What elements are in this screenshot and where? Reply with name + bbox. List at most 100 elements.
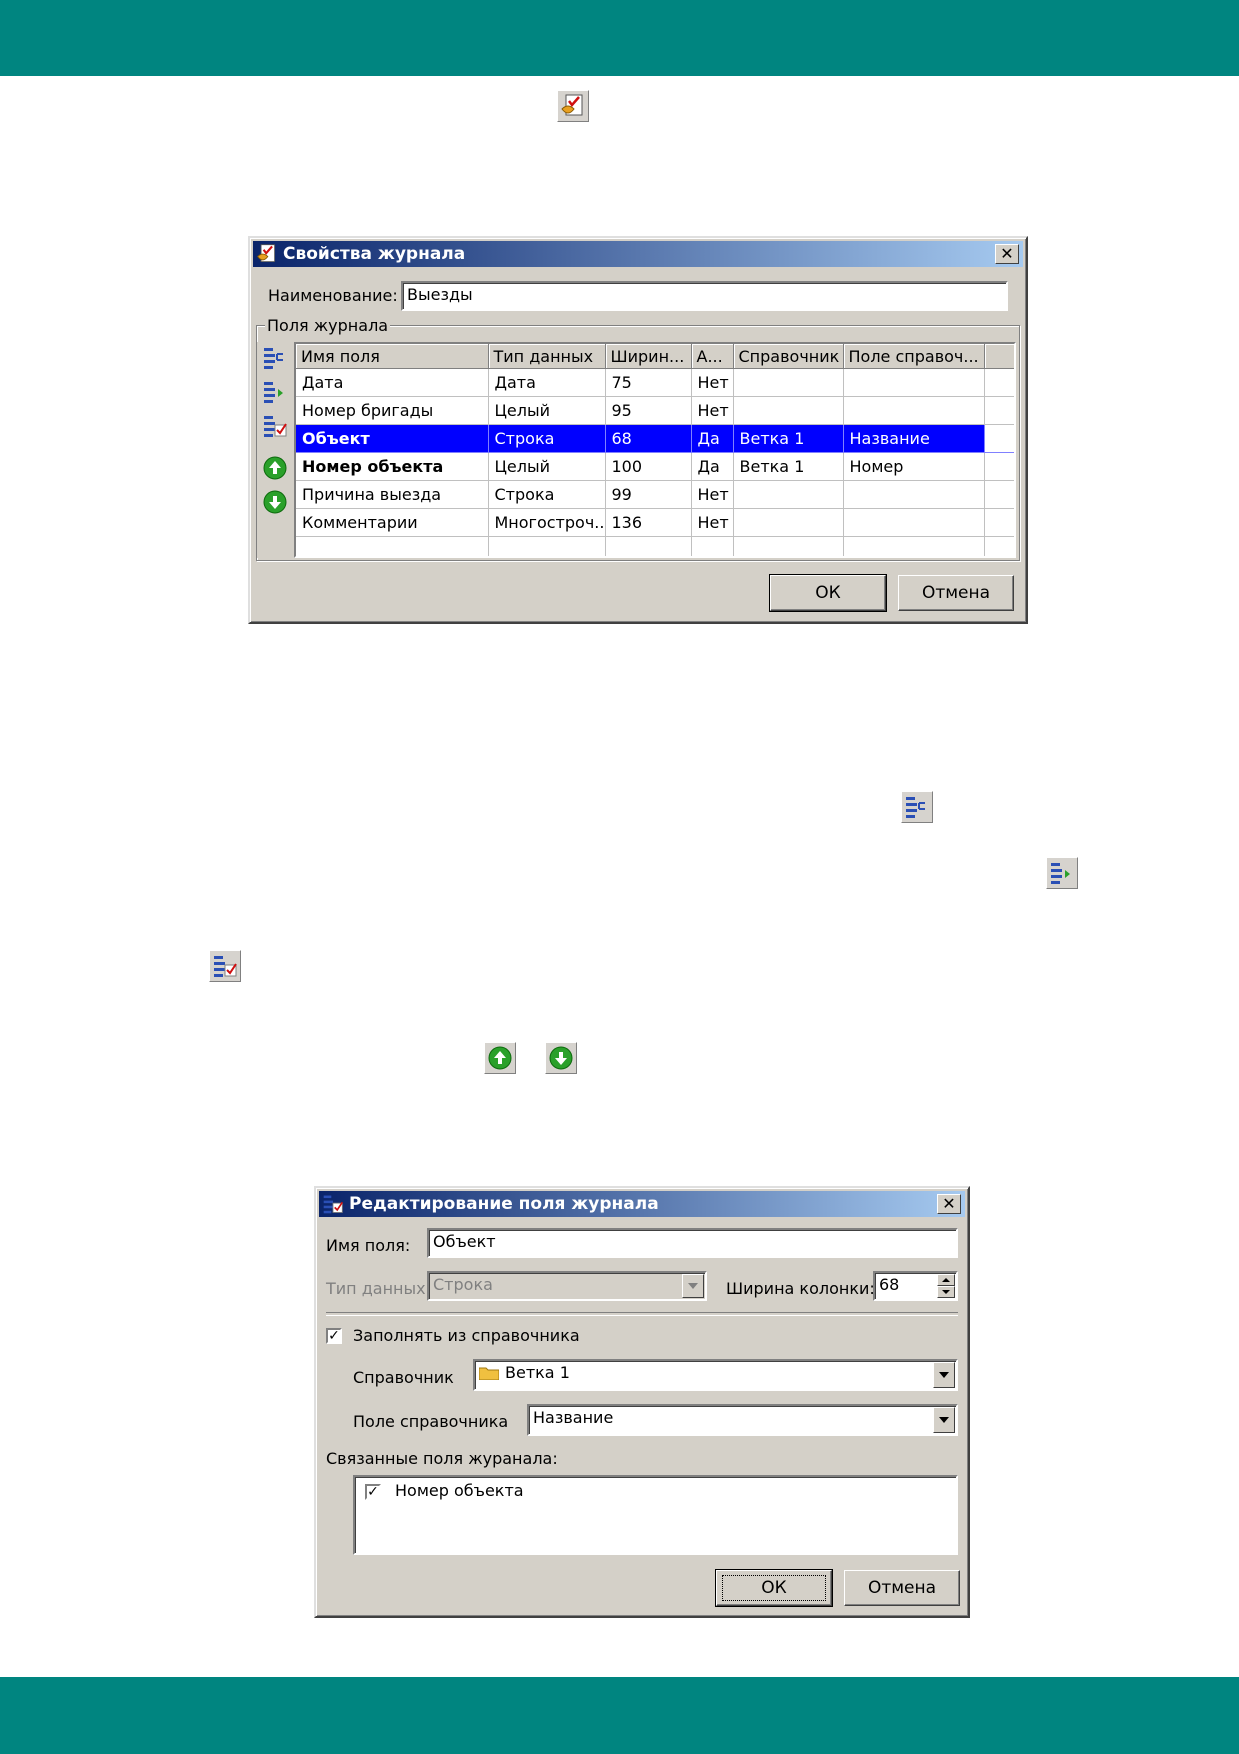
data-type-label: Тип данных: [326, 1279, 431, 1298]
cell [605, 536, 692, 556]
column-header[interactable]: Ширин... [605, 344, 692, 369]
edit-field-icon [322, 1193, 346, 1215]
ref-field-label: Поле справочника [353, 1412, 509, 1431]
linked-fields-list[interactable]: ✓ Номер объекта [353, 1475, 958, 1555]
checkmark-icon: ✓ [328, 1328, 340, 1344]
cell: Нет [691, 368, 734, 397]
move-down-icon [545, 1042, 577, 1074]
table-row[interactable]: Номер бригады Целый 95 Нет [296, 396, 1014, 425]
field-name-input[interactable]: Объект [427, 1228, 958, 1258]
cell: Причина выезда [296, 480, 489, 509]
group-label: Поля журнала [265, 316, 391, 335]
cell: Дата [296, 368, 489, 397]
add-field-icon[interactable] [261, 378, 289, 406]
linked-field-label: Номер объекта [395, 1481, 524, 1500]
cell [984, 396, 1014, 425]
cell [984, 480, 1014, 509]
cell [296, 536, 489, 556]
cancel-label: Отмена [867, 1578, 937, 1598]
cell [984, 424, 1014, 453]
insert-field-icon[interactable] [261, 344, 289, 372]
footer-band [0, 1677, 1239, 1754]
cell [984, 536, 1014, 556]
ok-button[interactable]: ОК [769, 574, 887, 612]
chevron-down-icon[interactable] [933, 1407, 955, 1433]
grid-toolbar [257, 342, 295, 558]
cell [984, 368, 1014, 397]
fill-from-ref-checkbox[interactable]: ✓ [326, 1328, 342, 1344]
cell [984, 508, 1014, 537]
cell [733, 480, 844, 509]
fields-grid: Имя поля Тип данных Ширин... А... Справо… [294, 342, 1016, 558]
column-header[interactable]: Поле справоч... [843, 344, 985, 369]
close-icon: ✕ [1000, 244, 1014, 263]
column-width-label: Ширина колонки: [726, 1279, 875, 1298]
cell [733, 508, 844, 537]
move-down-icon[interactable] [261, 488, 289, 516]
data-type-value: Строка [433, 1275, 493, 1294]
cell: Целый [488, 452, 606, 481]
cell: Дата [488, 368, 606, 397]
cancel-button[interactable]: Отмена [844, 1570, 960, 1606]
table-row-empty[interactable] [296, 536, 1014, 556]
spin-up-icon[interactable] [937, 1274, 955, 1286]
spin-buttons[interactable] [937, 1274, 955, 1298]
close-button[interactable]: ✕ [937, 1194, 961, 1214]
column-header[interactable]: Тип данных [488, 344, 606, 369]
close-button[interactable]: ✕ [995, 244, 1019, 264]
dialog-title: Свойства журнала [283, 244, 466, 264]
table-row[interactable]: Причина выезда Строка 99 Нет [296, 480, 1014, 509]
column-width-stepper[interactable]: 68 [873, 1271, 958, 1301]
linked-field-checkbox[interactable]: ✓ [365, 1484, 381, 1500]
cell: Целый [488, 396, 606, 425]
reference-select[interactable]: Ветка 1 [473, 1359, 958, 1391]
cell [691, 536, 734, 556]
column-header[interactable]: А... [691, 344, 734, 369]
chevron-down-icon [682, 1274, 704, 1298]
journal-icon [256, 243, 280, 265]
name-input[interactable]: Выезды [401, 281, 1008, 311]
list-item[interactable]: ✓ Номер объекта [359, 1481, 952, 1505]
field-name-label: Имя поля: [326, 1236, 411, 1255]
chevron-down-icon[interactable] [933, 1362, 955, 1388]
table-row[interactable]: Комментарии Многостроч... 136 Нет [296, 508, 1014, 537]
cell: Ветка 1 [733, 424, 844, 453]
title-bar: Свойства журнала ✕ [253, 241, 1023, 267]
column-header[interactable]: Имя поля [296, 344, 489, 369]
add-field-icon [1046, 857, 1078, 889]
title-bar: Редактирование поля журнала ✕ [319, 1191, 965, 1217]
cell [984, 452, 1014, 481]
edit-field-dialog: Редактирование поля журнала ✕ Имя поля: … [314, 1186, 970, 1618]
cell: Объект [296, 424, 489, 453]
divider [326, 1312, 958, 1316]
cell: Строка [488, 424, 606, 453]
spin-down-icon[interactable] [937, 1286, 955, 1298]
cell: Строка [488, 480, 606, 509]
journal-properties-icon [557, 90, 589, 122]
edit-field-icon[interactable] [261, 412, 289, 440]
cell [733, 368, 844, 397]
cell: Номер бригады [296, 396, 489, 425]
table-row[interactable]: Дата Дата 75 Нет [296, 368, 1014, 397]
cell: 95 [605, 396, 692, 425]
move-up-icon[interactable] [261, 454, 289, 482]
cancel-button[interactable]: Отмена [898, 575, 1014, 611]
cell: 100 [605, 452, 692, 481]
column-header[interactable]: Справочник [733, 344, 844, 369]
cell: 68 [605, 424, 692, 453]
ref-field-select[interactable]: Название [527, 1404, 958, 1436]
ok-label: ОК [722, 1575, 826, 1601]
linked-fields-label: Связанные поля журанала: [326, 1449, 558, 1468]
folder-icon [478, 1365, 500, 1381]
cell: Многостроч... [488, 508, 606, 537]
table-row[interactable]: Номер объекта Целый 100 Да Ветка 1 Номер [296, 452, 1014, 481]
table-row-selected[interactable]: Объект Строка 68 Да Ветка 1 Название [296, 424, 1014, 453]
ok-button[interactable]: ОК [715, 1569, 833, 1607]
cell: Нет [691, 480, 734, 509]
cancel-label: Отмена [921, 583, 991, 603]
cell: 136 [605, 508, 692, 537]
column-width-value: 68 [879, 1275, 900, 1294]
close-icon: ✕ [942, 1194, 956, 1213]
ok-label: ОК [815, 583, 841, 603]
cell: Ветка 1 [733, 452, 844, 481]
